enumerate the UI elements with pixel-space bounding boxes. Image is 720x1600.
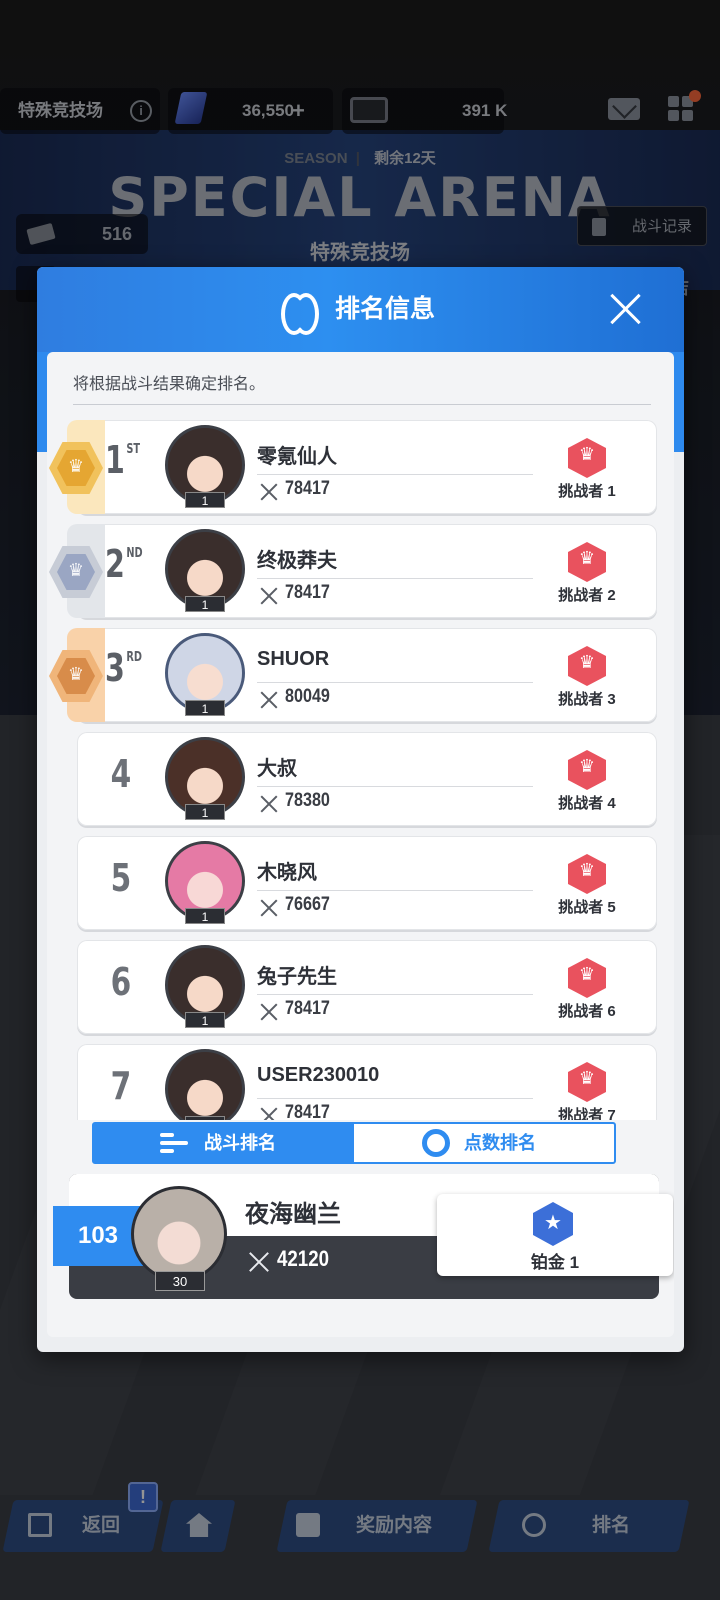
swords-icon	[259, 1002, 279, 1022]
rank-number: 1 ST	[105, 438, 141, 482]
dialog-header: 排名信息	[37, 267, 684, 352]
avatar-level: 1	[185, 1116, 225, 1120]
swords-icon	[259, 794, 279, 814]
challenger-label: 挑战者 6	[558, 1003, 616, 1020]
swords-icon	[259, 586, 279, 606]
dialog-title: 排名信息	[335, 295, 436, 323]
avatar-level: 1	[185, 492, 225, 508]
player-name: 大叔	[257, 758, 297, 780]
avatar[interactable]	[165, 1049, 245, 1120]
challenger-label: 挑战者 1	[558, 483, 616, 500]
swords-icon	[259, 690, 279, 710]
platinum-tier-icon	[533, 1202, 573, 1246]
ranking-list[interactable]: ♛ 1ST 1 零氪仙人 78417 挑战者 1 ♛ 2ND 1 终极莽夫	[47, 420, 674, 1120]
rank-number: 7	[110, 1064, 132, 1108]
tab-points-label: 点数排名	[464, 1133, 536, 1153]
swords-icon	[259, 1106, 279, 1120]
avatar-level: 1	[185, 700, 225, 716]
combat-power: 78417	[285, 1102, 330, 1120]
combat-power: 80049	[285, 686, 330, 707]
challenger-label: 挑战者 3	[558, 691, 616, 708]
challenger-label: 挑战者 4	[558, 795, 616, 812]
player-name: SHUOR	[257, 648, 330, 670]
swords-icon	[259, 482, 279, 502]
my-rank-number: 103	[53, 1206, 143, 1266]
avatar-level: 1	[185, 804, 225, 820]
challenger-label: 挑战者 5	[558, 899, 616, 916]
combat-power: 78417	[285, 998, 330, 1019]
rank-number: 3 RD	[105, 646, 142, 690]
close-button[interactable]	[609, 292, 643, 326]
ranking-tabs: 战斗排名 点数排名	[92, 1122, 616, 1164]
list-item[interactable]: 5 1 木晓风 76667 挑战者 5	[67, 836, 657, 930]
player-name: 终极莽夫	[257, 550, 337, 572]
my-avatar-level: 30	[155, 1271, 205, 1291]
tab-points-ranking[interactable]: 点数排名	[354, 1124, 614, 1162]
swords-icon	[259, 898, 279, 918]
rank-number: 5	[110, 856, 132, 900]
challenger-label: 挑战者 2	[558, 587, 616, 604]
list-item[interactable]: ♛ 2ND 1 终极莽夫 78417 挑战者 2	[49, 524, 657, 618]
my-ranking-row: 103 30 夜海幽兰 42120 铂金 1	[53, 1174, 673, 1299]
tab-battle-ranking[interactable]: 战斗排名	[94, 1124, 354, 1162]
combat-power: 78417	[285, 478, 330, 499]
my-player-name: 夜海幽兰	[245, 1201, 341, 1228]
my-tier-badge: 铂金 1	[437, 1194, 673, 1276]
challenger-label: 挑战者 7	[558, 1107, 616, 1120]
list-item[interactable]: 6 1 兔子先生 78417 挑战者 6	[67, 940, 657, 1034]
player-name: 木晓风	[257, 862, 317, 884]
ranking-notice: 将根据战斗结果确定排名。	[73, 376, 266, 393]
player-name: 兔子先生	[257, 966, 337, 988]
laurel-icon	[281, 293, 319, 335]
my-avatar[interactable]	[131, 1186, 227, 1282]
ranking-bars-icon	[160, 1133, 188, 1153]
rank-number: 2 ND	[105, 542, 143, 586]
combat-power: 76667	[285, 894, 330, 915]
avatar-level: 1	[185, 908, 225, 924]
avatar-level: 1	[185, 1012, 225, 1028]
rank-number: 6	[110, 960, 132, 1004]
combat-power: 78417	[285, 582, 330, 603]
list-item[interactable]: ♛ 1ST 1 零氪仙人 78417 挑战者 1	[49, 420, 657, 514]
my-tier-label: 铂金 1	[530, 1253, 580, 1272]
list-item[interactable]: ♛ 3RD 1 SHUOR 80049 挑战者 3	[49, 628, 657, 722]
combat-power: 78380	[285, 790, 330, 811]
tab-battle-label: 战斗排名	[204, 1133, 276, 1153]
ranking-panel: 将根据战斗结果确定排名。 ♛ 1ST 1 零氪仙人 78417 挑战者 1	[47, 352, 674, 1337]
my-combat-power: 42120	[277, 1246, 330, 1271]
swords-icon	[247, 1250, 271, 1274]
list-item[interactable]: 7 1 USER230010 78417 挑战者 7	[67, 1044, 657, 1120]
player-name: USER230010	[257, 1064, 380, 1086]
list-item[interactable]: 4 1 大叔 78380 挑战者 4	[67, 732, 657, 826]
rank-number: 4	[110, 752, 132, 796]
player-name: 零氪仙人	[257, 446, 337, 468]
points-coin-icon	[422, 1129, 450, 1157]
avatar-level: 1	[185, 596, 225, 612]
ranking-info-dialog: 排名信息 将根据战斗结果确定排名。 ♛ 1ST 1 零氪仙人 78417 挑战者…	[37, 267, 684, 1352]
